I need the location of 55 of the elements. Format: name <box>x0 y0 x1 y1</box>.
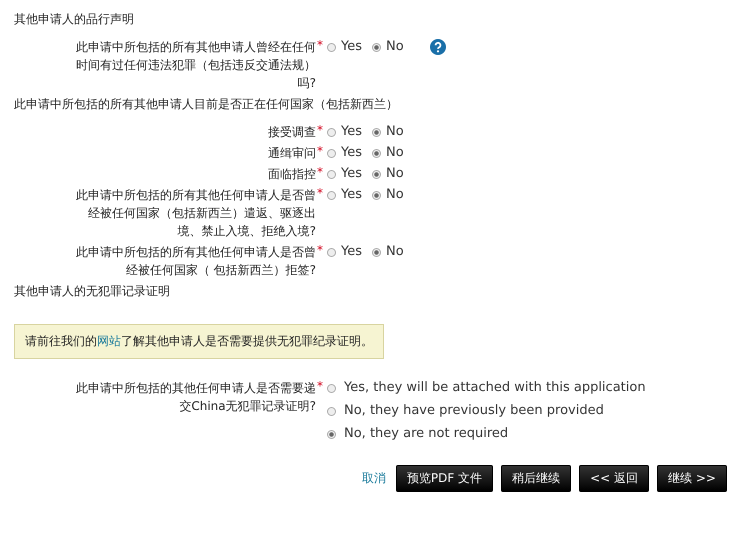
section-heading: 此申请中所包括的所有其他申请人目前是否正在任何国家（包括新西兰） <box>14 96 399 113</box>
radio-button[interactable] <box>372 42 381 52</box>
option-label: No, they are not required <box>344 425 508 443</box>
question-label: 此申请中所包括的其他任何申请人是否需要递交China无犯罪记录证明? <box>75 380 316 415</box>
radio-button[interactable] <box>372 190 381 200</box>
radio-button[interactable] <box>327 128 336 136</box>
website-link[interactable]: 网站 <box>97 334 121 348</box>
action-button[interactable]: << 返回 <box>579 465 650 492</box>
action-button[interactable]: 预览PDF 文件 <box>396 465 494 492</box>
option-label: Yes <box>341 243 362 261</box>
option-label: No <box>386 144 404 162</box>
question-label: 此申请中所包括的所有其他申请人曾经在任何时间有过任何违法犯罪（包括违反交通法规）吗? <box>75 39 316 92</box>
option-label: No <box>386 165 404 183</box>
cancel-link[interactable]: 取消 <box>362 470 386 487</box>
required-mark: * <box>317 379 323 393</box>
question-label: 面临指控 <box>267 166 316 183</box>
required-mark: * <box>317 165 323 179</box>
option-label: Yes <box>341 165 362 183</box>
required-mark: * <box>317 38 323 52</box>
section-heading: 其他申请人的品行声明 <box>14 11 135 28</box>
help-icon[interactable] <box>430 39 446 55</box>
radio-button[interactable] <box>327 148 336 158</box>
radio-button[interactable] <box>327 42 336 52</box>
action-button[interactable]: 继续 >> <box>657 465 727 492</box>
radio-button[interactable] <box>372 248 381 256</box>
required-mark: * <box>317 144 323 158</box>
question-label: 接受调查 <box>267 124 316 141</box>
radio-button[interactable] <box>327 248 336 256</box>
radio-button[interactable] <box>372 148 381 158</box>
required-mark: * <box>317 243 323 257</box>
option-label: No <box>386 243 404 261</box>
action-button[interactable]: 稍后继续 <box>501 465 572 492</box>
option-label: No, they have previously been provided <box>344 402 604 420</box>
question-label: 通缉审问 <box>267 145 316 162</box>
question-label: 此申请中所包括的所有其他任何申请人是否曾经被任何国家（包括新西兰）遣返、驱逐出境、禁止入境、拒绝入境? <box>75 187 316 240</box>
option-label: No <box>386 186 404 204</box>
radio-button[interactable] <box>372 170 381 178</box>
radio-button[interactable] <box>327 170 336 178</box>
option-label: No <box>386 38 404 56</box>
option-label: Yes <box>341 144 362 162</box>
radio-button[interactable] <box>327 190 336 200</box>
option-label: Yes, they will be attached with this application <box>344 379 646 397</box>
option-label: Yes <box>341 123 362 141</box>
option-label: No <box>386 123 404 141</box>
option-label: Yes <box>341 38 362 56</box>
required-mark: * <box>317 123 323 137</box>
required-mark: * <box>317 186 323 200</box>
info-notice: 请前往我们的网站了解其他申请人是否需要提供无犯罪纪录证明。 <box>14 324 384 359</box>
radio-button[interactable] <box>327 406 336 416</box>
radio-button[interactable] <box>327 384 336 392</box>
option-label: Yes <box>341 186 362 204</box>
question-label: 此申请中所包括的所有其他任何申请人是否曾经被任何国家（ 包括新西兰）拒签? <box>75 244 316 279</box>
radio-button[interactable] <box>327 430 336 438</box>
radio-button[interactable] <box>372 128 381 136</box>
section-heading: 其他申请人的无犯罪记录证明 <box>14 283 171 300</box>
